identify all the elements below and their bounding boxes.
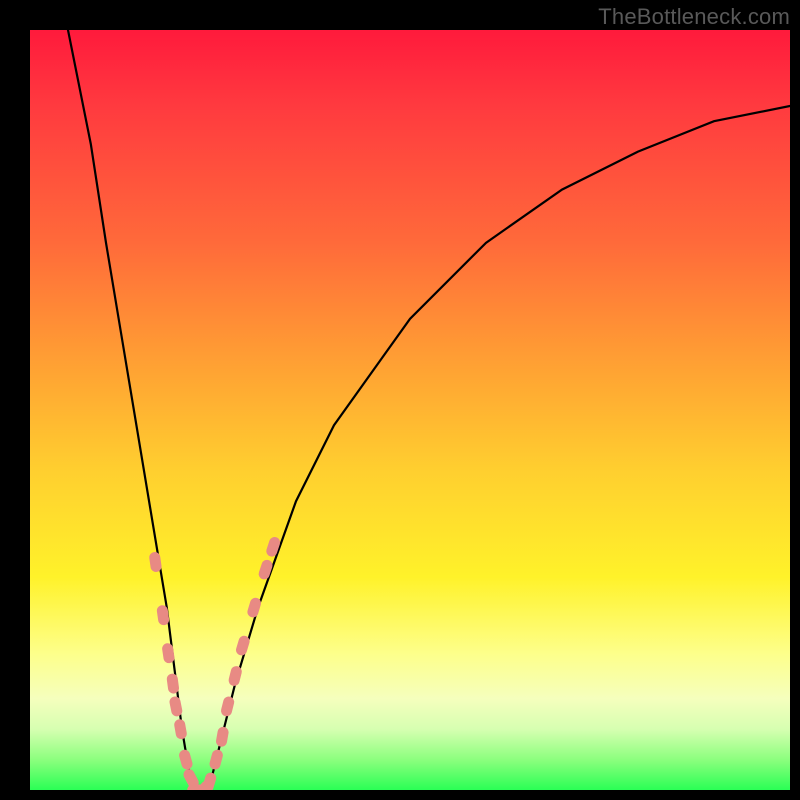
curve-marker [215, 726, 229, 748]
curve-marker [169, 696, 184, 718]
curve-marker [227, 665, 243, 687]
curve-layer [30, 30, 790, 790]
marker-group [149, 536, 282, 790]
curve-marker [161, 642, 175, 663]
curve-marker [201, 771, 217, 790]
curve-marker [178, 748, 194, 770]
curve-marker [220, 695, 236, 717]
plot-area [30, 30, 790, 790]
curve-marker [166, 673, 180, 694]
curve-marker [149, 551, 163, 572]
curve-marker [173, 718, 187, 740]
curve-marker [208, 749, 224, 771]
watermark-text: TheBottleneck.com [598, 4, 790, 30]
chart-frame: TheBottleneck.com [0, 0, 800, 800]
